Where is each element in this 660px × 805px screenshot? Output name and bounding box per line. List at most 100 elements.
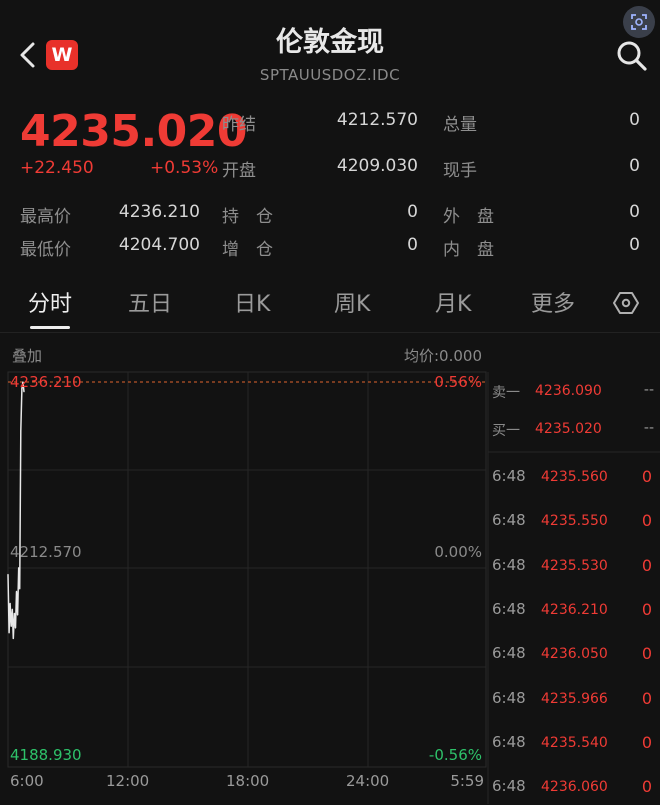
tick-price: 4235.550 [541,513,608,530]
data-point [13,612,15,614]
tick-volume: 0 [641,777,652,797]
x-tick-label: 6:00 [10,772,44,790]
inner-value: 0 [629,235,640,255]
data-point [12,637,14,640]
high-label: 最高价 [20,207,71,227]
data-point [14,627,17,629]
inner-label: 内 盘 [443,240,494,260]
data-point [20,430,22,432]
price-change: +22.450 [20,158,94,178]
total-volume-label: 总量 [443,115,477,135]
tick-volume: 0 [641,511,652,531]
tick-row: 6:48 4236.050 0 [488,644,660,672]
tick-time: 6:48 [492,777,526,796]
open-value: 4209.030 [336,156,418,176]
prev-close-label: 昨结 [222,115,256,135]
tick-volume: 0 [641,644,652,664]
tab-weekly-k[interactable]: 周K [334,286,370,318]
tick-row: 6:48 4235.560 0 [488,467,660,495]
sell1-price: 4236.090 [535,383,602,399]
y-axis-bottom-price: 4188.930 [10,746,82,764]
data-point [10,625,12,627]
outer-value: 0 [629,202,640,222]
add-position-value: 0 [407,235,418,255]
tick-time: 6:48 [492,467,526,485]
current-hand-label: 现手 [443,161,477,181]
y-axis-top-price: 4236.210 [10,373,82,391]
tab-monthly-k[interactable]: 月K [435,286,471,318]
price-change-percent: +0.53% [150,158,219,178]
tab-more[interactable]: 更多 [531,286,575,318]
y-axis-mid-percent: 0.00% [434,543,482,561]
price-line [7,381,25,639]
active-tab-indicator [30,326,70,329]
open-label: 开盘 [222,161,256,181]
tick-time: 6:48 [492,732,526,751]
data-point [9,602,11,604]
data-point [23,391,25,393]
tick-row: 6:48 4236.060 0 [488,777,660,805]
outer-label: 外 盘 [443,207,494,227]
tick-time: 6:48 [492,599,526,618]
tick-price: 4236.210 [541,601,608,618]
sell1-label: 卖一 [492,385,520,401]
page-title: 伦敦金现 [276,27,384,58]
last-price: 4235.020 [20,106,248,157]
buy1-volume: -- [643,420,654,436]
divider [0,332,660,333]
current-hand-value: 0 [629,156,640,176]
y-axis-mid-price: 4212.570 [10,543,82,561]
total-volume-value: 0 [629,110,640,130]
x-tick-label: 5:59 [450,772,484,790]
tick-volume: 0 [641,555,652,575]
hexagon-settings-icon[interactable] [613,290,639,316]
tick-row: 6:48 4235.966 0 [488,689,660,717]
data-point [18,567,20,569]
y-axis-bottom-percent: -0.56% [428,746,482,764]
holding-label: 持 仓 [222,207,273,227]
data-point [7,573,9,576]
data-point [19,588,21,590]
tick-volume: 0 [641,732,652,752]
buy1-label: 买一 [492,423,520,439]
symbol-code: SPTAUUSDOZ.IDC [259,66,401,84]
tab-five-day[interactable]: 五日 [128,286,172,318]
tick-row: 6:48 4236.210 0 [488,600,660,628]
tick-time: 6:48 [492,511,526,530]
add-position-label: 增 仓 [222,240,273,260]
buy1-price: 4235.020 [535,421,602,437]
data-point [15,590,18,592]
price-series [7,381,25,640]
holding-value: 0 [407,202,418,222]
chart-frame [7,371,487,768]
tab-daily-k[interactable]: 日K [234,286,270,318]
data-point [17,614,19,616]
search-icon[interactable] [614,38,650,74]
prev-close-value: 4212.570 [336,110,418,130]
tick-price: 4235.530 [541,557,608,574]
low-value: 4204.700 [118,235,200,255]
x-tick-label: 24:00 [346,772,390,790]
tick-time: 6:48 [492,644,526,663]
high-value: 4236.210 [118,202,200,222]
x-tick-label: 18:00 [226,772,270,790]
sell1-volume: -- [643,382,654,398]
tick-row: 6:48 4235.530 0 [488,556,660,584]
tick-price: 4235.560 [541,469,608,485]
tick-volume: 0 [641,467,652,486]
tick-volume: 0 [641,688,652,708]
data-point [8,632,10,634]
tab-intraday[interactable]: 分时 [28,286,72,318]
low-label: 最低价 [20,240,71,260]
tick-volume: 0 [641,599,652,619]
tick-time: 6:48 [492,555,526,574]
data-point [11,608,13,610]
tick-price: 4236.050 [541,646,608,663]
x-tick-label: 12:00 [106,772,150,790]
y-axis-top-percent: 0.56% [434,373,482,391]
tick-price: 4235.540 [541,734,608,751]
tick-price: 4236.060 [541,779,608,796]
tick-row: 6:48 4235.550 0 [488,511,660,539]
tick-time: 6:48 [492,688,526,707]
tick-row: 6:48 4235.540 0 [488,733,660,761]
